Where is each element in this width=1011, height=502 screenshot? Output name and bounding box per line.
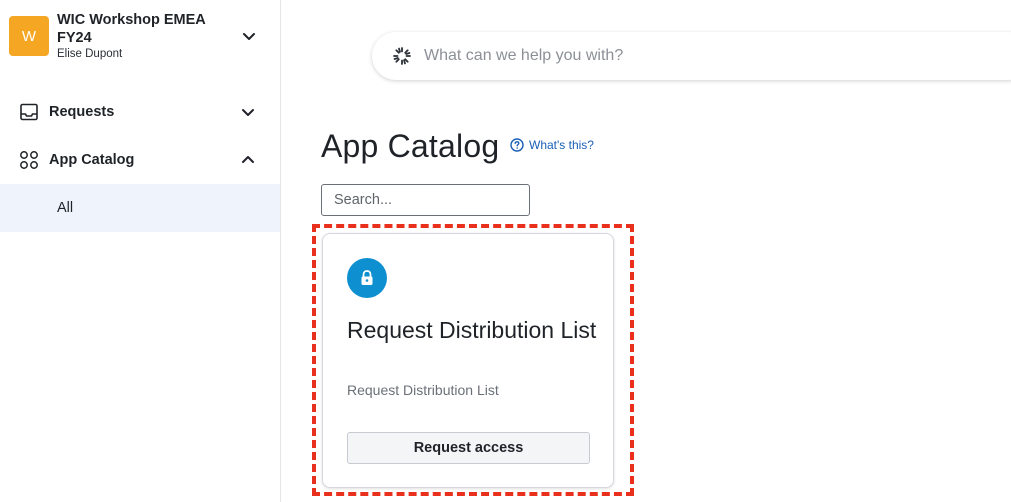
lock-icon — [347, 258, 387, 298]
global-search-bar[interactable] — [372, 32, 1011, 80]
app-card: Request Distribution List Request Distri… — [322, 233, 614, 488]
assistant-spinner-icon — [393, 47, 411, 65]
sidebar-subitem-all[interactable]: All — [0, 184, 280, 232]
global-search-input[interactable] — [424, 47, 924, 65]
app-card-description: Request Distribution List — [347, 382, 499, 398]
chevron-up-icon — [242, 156, 254, 163]
catalog-search-input[interactable] — [321, 184, 530, 216]
sidebar-item-requests[interactable]: Requests — [0, 88, 280, 136]
org-name: WIC Workshop EMEA FY24 — [57, 11, 206, 46]
whats-this-link[interactable]: What's this? — [510, 138, 594, 152]
whats-this-label: What's this? — [529, 138, 594, 152]
sidebar-item-label: App Catalog — [49, 152, 135, 168]
apps-grid-icon — [20, 151, 38, 169]
sidebar-item-label: Requests — [49, 104, 115, 120]
org-info: WIC Workshop EMEA FY24 Elise Dupont — [57, 11, 241, 62]
sidebar: W WIC Workshop EMEA FY24 Elise Dupont Re… — [0, 0, 281, 502]
org-user-name: Elise Dupont — [57, 47, 123, 60]
org-avatar: W — [9, 16, 49, 56]
inbox-icon — [20, 103, 38, 121]
help-circle-icon — [510, 138, 524, 152]
chevron-down-icon — [243, 33, 255, 40]
request-access-button[interactable]: Request access — [347, 432, 590, 464]
app-card-title: Request Distribution List — [347, 317, 597, 343]
chevron-down-icon — [242, 109, 254, 116]
sidebar-subitem-label: All — [57, 200, 74, 216]
sidebar-item-app-catalog[interactable]: App Catalog — [0, 136, 280, 184]
org-switcher[interactable]: W WIC Workshop EMEA FY24 Elise Dupont — [9, 12, 271, 60]
app-root: W WIC Workshop EMEA FY24 Elise Dupont Re… — [0, 0, 1011, 502]
page-title: App Catalog — [321, 128, 500, 164]
